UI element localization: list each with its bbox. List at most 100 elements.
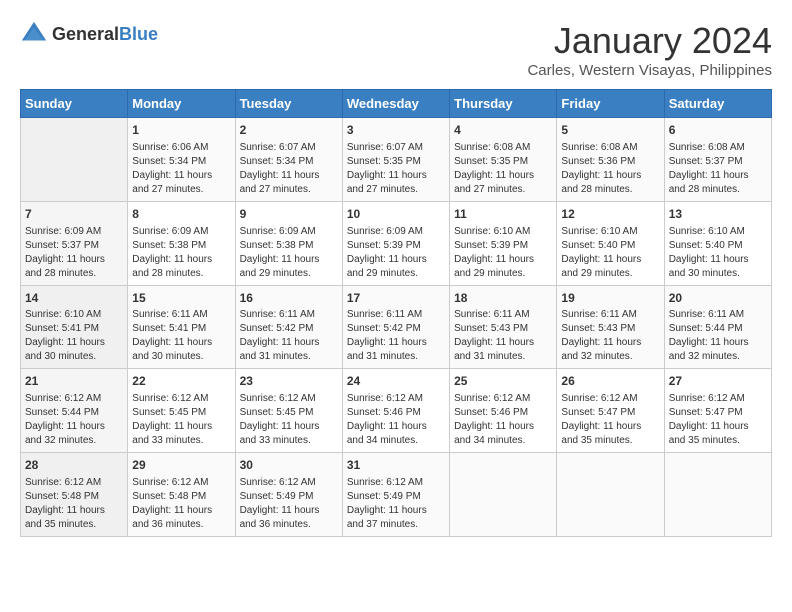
day-number: 9 <box>240 206 338 223</box>
day-info: Daylight: 11 hours and 29 minutes. <box>561 253 659 281</box>
day-info: Daylight: 11 hours and 27 minutes. <box>240 169 338 197</box>
calendar-cell: 5Sunrise: 6:08 AMSunset: 5:36 PMDaylight… <box>557 118 664 202</box>
calendar-cell: 28Sunrise: 6:12 AMSunset: 5:48 PMDayligh… <box>21 453 128 537</box>
calendar-cell: 13Sunrise: 6:10 AMSunset: 5:40 PMDayligh… <box>664 201 771 285</box>
day-info: Daylight: 11 hours and 31 minutes. <box>454 336 552 364</box>
day-number: 1 <box>132 122 230 139</box>
day-info: Daylight: 11 hours and 27 minutes. <box>454 169 552 197</box>
day-info: Sunset: 5:49 PM <box>240 490 338 504</box>
column-header-monday: Monday <box>128 90 235 118</box>
calendar-cell <box>21 118 128 202</box>
day-info: Daylight: 11 hours and 28 minutes. <box>25 253 123 281</box>
calendar-cell: 30Sunrise: 6:12 AMSunset: 5:49 PMDayligh… <box>235 453 342 537</box>
calendar-cell: 10 Sunrise: 6:09 AMSunset: 5:39 PMDayligh… <box>342 201 449 285</box>
calendar-cell: 1Sunrise: 6:06 AMSunset: 5:34 PMDaylight… <box>128 118 235 202</box>
day-info: Daylight: 11 hours and 31 minutes. <box>240 336 338 364</box>
calendar-cell: 22 Sunrise: 6:12 AMSunset: 5:45 PMDayligh… <box>128 369 235 453</box>
day-info: Daylight: 11 hours and 28 minutes. <box>132 253 230 281</box>
day-info: Sunrise: 6:09 AM <box>347 225 445 239</box>
day-info: Daylight: 11 hours and 32 minutes. <box>561 336 659 364</box>
day-info: Daylight: 11 hours and 37 minutes. <box>347 504 445 532</box>
day-info: Sunset: 5:41 PM <box>25 322 123 336</box>
day-info: Sunrise: 6:09 AM <box>240 225 338 239</box>
day-info: Sunrise: 6:07 AM <box>240 141 338 155</box>
day-info: Sunset: 5:44 PM <box>25 406 123 420</box>
day-info: Sunset: 5:39 PM <box>454 239 552 253</box>
header: GeneralBlue January 2024 Carles, Western… <box>20 20 772 79</box>
day-number: 29 <box>132 457 230 474</box>
day-info: Sunrise: 6:12 AM <box>561 392 659 406</box>
day-info: Daylight: 11 hours and 36 minutes. <box>132 504 230 532</box>
day-number: 6 <box>669 122 767 139</box>
calendar-cell: 7Sunrise: 6:09 AMSunset: 5:37 PMDaylight… <box>21 201 128 285</box>
day-info: Sunrise: 6:07 AM <box>347 141 445 155</box>
day-number: 3 <box>347 122 445 139</box>
day-info: Sunset: 5:48 PM <box>25 490 123 504</box>
calendar-cell: 26Sunrise: 6:12 AMSunset: 5:47 PMDayligh… <box>557 369 664 453</box>
calendar-cell: 31Sunrise: 6:12 AMSunset: 5:49 PMDayligh… <box>342 453 449 537</box>
day-info: Sunset: 5:38 PM <box>132 239 230 253</box>
day-info: Daylight: 11 hours and 29 minutes. <box>240 253 338 281</box>
day-info: Sunset: 5:43 PM <box>561 322 659 336</box>
day-info: Sunset: 5:42 PM <box>240 322 338 336</box>
day-info: Sunrise: 6:12 AM <box>347 476 445 490</box>
day-info: Sunset: 5:46 PM <box>347 406 445 420</box>
day-number: 8 <box>132 206 230 223</box>
day-info: Sunrise: 6:12 AM <box>132 392 230 406</box>
day-info: Sunrise: 6:08 AM <box>669 141 767 155</box>
day-info: Sunrise: 6:11 AM <box>240 308 338 322</box>
day-info: Sunrise: 6:06 AM <box>132 141 230 155</box>
day-info: Daylight: 11 hours and 27 minutes. <box>347 169 445 197</box>
day-info: Sunrise: 6:12 AM <box>25 476 123 490</box>
calendar-cell: 23Sunrise: 6:12 AMSunset: 5:45 PMDayligh… <box>235 369 342 453</box>
day-info: Sunset: 5:48 PM <box>132 490 230 504</box>
day-info: Sunset: 5:42 PM <box>347 322 445 336</box>
day-info: Daylight: 11 hours and 33 minutes. <box>132 420 230 448</box>
day-info: Sunset: 5:39 PM <box>347 239 445 253</box>
calendar-table: SundayMondayTuesdayWednesdayThursdayFrid… <box>20 89 772 537</box>
calendar-cell: 18Sunrise: 6:11 AMSunset: 5:43 PMDayligh… <box>450 285 557 369</box>
day-info: Sunset: 5:46 PM <box>454 406 552 420</box>
day-info: Sunrise: 6:09 AM <box>25 225 123 239</box>
day-info: Daylight: 11 hours and 32 minutes. <box>669 336 767 364</box>
calendar-cell: 25Sunrise: 6:12 AMSunset: 5:46 PMDayligh… <box>450 369 557 453</box>
day-info: Daylight: 11 hours and 35 minutes. <box>669 420 767 448</box>
day-info: Daylight: 11 hours and 29 minutes. <box>347 253 445 281</box>
day-info: Sunrise: 6:08 AM <box>454 141 552 155</box>
day-info: Daylight: 11 hours and 34 minutes. <box>454 420 552 448</box>
day-info: Sunrise: 6:12 AM <box>347 392 445 406</box>
day-number: 28 <box>25 457 123 474</box>
day-info: Sunset: 5:45 PM <box>132 406 230 420</box>
day-number: 10 <box>347 206 445 223</box>
day-info: Daylight: 11 hours and 34 minutes. <box>347 420 445 448</box>
logo: GeneralBlue <box>20 20 158 48</box>
day-number: 20 <box>669 290 767 307</box>
day-number: 22 <box>132 373 230 390</box>
calendar-cell <box>557 453 664 537</box>
column-header-friday: Friday <box>557 90 664 118</box>
day-number: 2 <box>240 122 338 139</box>
day-number: 25 <box>454 373 552 390</box>
day-info: Daylight: 11 hours and 30 minutes. <box>132 336 230 364</box>
day-info: Sunset: 5:34 PM <box>132 155 230 169</box>
calendar-header-row: SundayMondayTuesdayWednesdayThursdayFrid… <box>21 90 772 118</box>
day-number: 18 <box>454 290 552 307</box>
calendar-cell: 8Sunrise: 6:09 AMSunset: 5:38 PMDaylight… <box>128 201 235 285</box>
calendar-cell: 19Sunrise: 6:11 AMSunset: 5:43 PMDayligh… <box>557 285 664 369</box>
day-info: Daylight: 11 hours and 32 minutes. <box>25 420 123 448</box>
calendar-cell: 29Sunrise: 6:12 AMSunset: 5:48 PMDayligh… <box>128 453 235 537</box>
calendar-cell: 14Sunrise: 6:10 AMSunset: 5:41 PMDayligh… <box>21 285 128 369</box>
column-header-thursday: Thursday <box>450 90 557 118</box>
column-header-sunday: Sunday <box>21 90 128 118</box>
day-number: 30 <box>240 457 338 474</box>
calendar-subtitle: Carles, Western Visayas, Philippines <box>527 62 772 79</box>
week-row-3: 14Sunrise: 6:10 AMSunset: 5:41 PMDayligh… <box>21 285 772 369</box>
day-info: Daylight: 11 hours and 36 minutes. <box>240 504 338 532</box>
calendar-cell: 24Sunrise: 6:12 AMSunset: 5:46 PMDayligh… <box>342 369 449 453</box>
calendar-cell: 3Sunrise: 6:07 AMSunset: 5:35 PMDaylight… <box>342 118 449 202</box>
day-info: Sunset: 5:40 PM <box>669 239 767 253</box>
title-area: January 2024 Carles, Western Visayas, Ph… <box>527 20 772 79</box>
day-number: 4 <box>454 122 552 139</box>
day-info: Sunrise: 6:10 AM <box>561 225 659 239</box>
day-info: Sunset: 5:49 PM <box>347 490 445 504</box>
